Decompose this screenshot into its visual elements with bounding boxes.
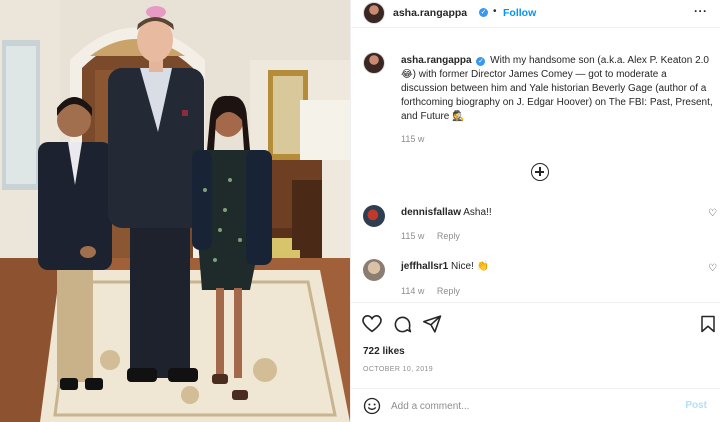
comment-username[interactable]: dennisfallaw <box>401 207 461 218</box>
comment-meta: 114 w Reply <box>401 286 470 296</box>
post-date: OCTOBER 10, 2019 <box>363 366 434 373</box>
comment-like-heart-icon[interactable]: ♡ <box>708 263 717 274</box>
comment-meta: 115 w Reply <box>401 231 470 241</box>
comment-avatar[interactable] <box>363 259 385 281</box>
caption-avatar[interactable] <box>363 52 385 74</box>
comment-item: jeffhallsr1 Nice! 👏 <box>401 261 489 272</box>
add-comment-bar: Post <box>351 388 720 422</box>
share-icon[interactable] <box>423 315 442 333</box>
caption-meta: 115 w <box>401 134 434 144</box>
verified-badge-icon: ✓ <box>476 57 486 66</box>
comment-like-heart-icon[interactable]: ♡ <box>708 208 717 219</box>
load-more-comments-icon[interactable] <box>531 163 549 181</box>
follow-button[interactable]: Follow <box>503 7 536 19</box>
caption-time[interactable]: 115 w <box>401 134 424 144</box>
smiley-icon[interactable] <box>363 397 381 415</box>
comment-avatar[interactable] <box>363 205 385 227</box>
post-header: asha.rangappa ✓ • Follow ··· <box>351 0 720 28</box>
reply-button[interactable]: Reply <box>437 231 460 241</box>
comment-time[interactable]: 114 w <box>401 286 424 296</box>
comment-icon[interactable] <box>393 315 412 334</box>
comment-text: Nice! 👏 <box>451 261 490 272</box>
comment-item: dennisfallaw Asha!! <box>401 207 492 218</box>
comment-text: Asha!! <box>463 207 492 218</box>
reply-button[interactable]: Reply <box>437 286 460 296</box>
comment-time[interactable]: 115 w <box>401 231 424 241</box>
more-options-icon[interactable]: ··· <box>694 4 708 18</box>
likes-count[interactable]: 722 likes <box>363 346 405 357</box>
post-photo[interactable] <box>0 0 350 422</box>
heart-icon[interactable] <box>362 315 382 333</box>
add-comment-input[interactable] <box>391 399 681 413</box>
header-username[interactable]: asha.rangappa <box>393 7 467 19</box>
comment-username[interactable]: jeffhallsr1 <box>401 261 448 272</box>
post-image <box>0 0 350 422</box>
verified-badge-icon: ✓ <box>479 8 488 17</box>
separator-dot: • <box>493 6 497 17</box>
post-caption: asha.rangappa ✓ With my handsome son (a.… <box>401 54 716 124</box>
bookmark-icon[interactable] <box>700 315 716 333</box>
post-comment-button[interactable]: Post <box>685 400 707 411</box>
post-panel: asha.rangappa ✓ • Follow ··· asha.rangap… <box>350 0 720 422</box>
avatar[interactable] <box>363 2 385 24</box>
caption-username[interactable]: asha.rangappa <box>401 55 472 66</box>
